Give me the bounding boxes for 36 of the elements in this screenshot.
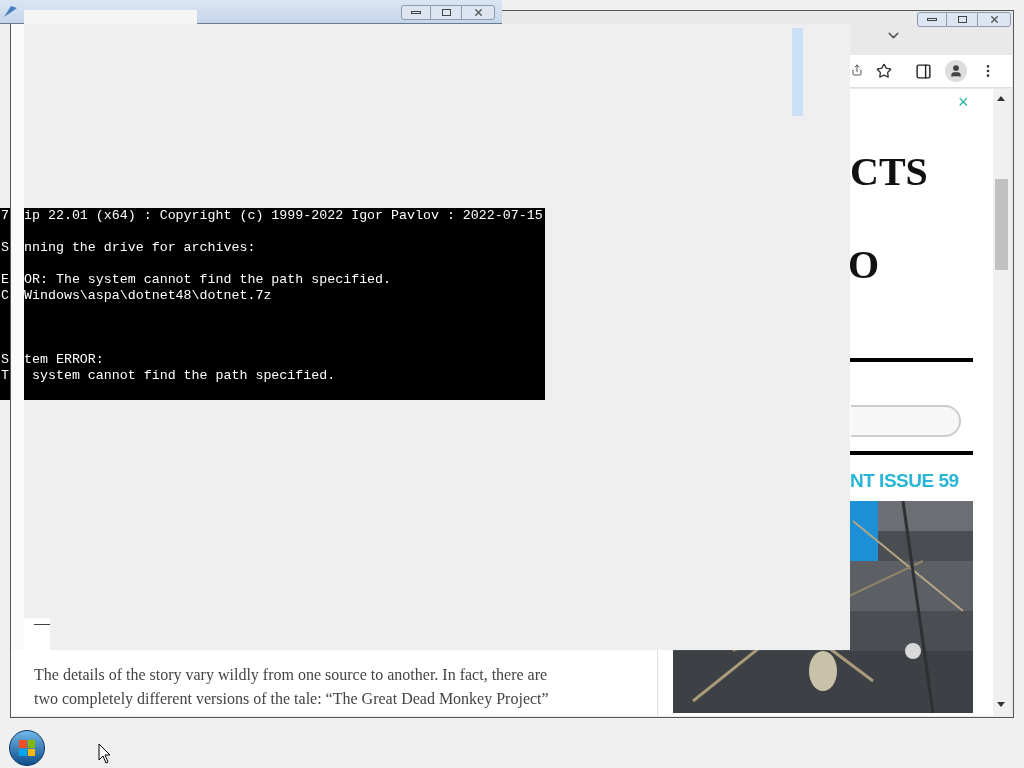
share-icon[interactable] — [851, 64, 863, 76]
bookmark-star-icon[interactable] — [876, 63, 892, 79]
close-icon — [988, 14, 1000, 25]
close-icon — [472, 7, 484, 18]
console-text: Windows\aspa\dotnet48\dotnet.7z — [24, 288, 272, 304]
console-text: E — [1, 272, 9, 288]
console-text: nning the drive for archives: — [24, 240, 256, 256]
side-panel-icon[interactable] — [915, 63, 932, 80]
console-text: S — [1, 352, 9, 368]
sidebar-heading: CTS — [850, 150, 928, 194]
console-text: T — [1, 368, 9, 384]
sidebar-heading: O — [848, 243, 880, 287]
console-text: system cannot find the path specified. — [30, 368, 336, 384]
console-text: tem ERROR: — [24, 352, 104, 368]
console-text: S — [1, 240, 9, 256]
app-icon — [3, 4, 18, 18]
close-button[interactable] — [977, 12, 1011, 27]
console-text: OR: The system cannot find the path specified. — [24, 272, 392, 288]
maximize-button[interactable] — [947, 12, 977, 27]
ad-close-icon[interactable]: × — [958, 91, 969, 113]
search-field[interactable] — [851, 405, 961, 437]
cursor-icon — [98, 743, 111, 764]
article-paragraph: The details of the story vary wildly from one source to another. In fact, there are two completely different versions of the tale: “The Great Dead Monkey Project” — [34, 665, 549, 710]
minimize-button[interactable] — [917, 12, 947, 27]
console-text: ip 22.01 (x64) : Copyright (c) 1999-2022 Igor Pavlov : 2022-07-15 — [24, 208, 543, 224]
console-text: 7 — [1, 208, 9, 224]
close-button[interactable] — [461, 5, 495, 20]
minimize-button[interactable] — [401, 5, 431, 20]
issue-heading: NT ISSUE 59 — [850, 469, 959, 493]
dash: — — [34, 613, 50, 633]
maximize-button[interactable] — [431, 5, 461, 20]
scroll-up-icon[interactable] — [997, 96, 1005, 101]
scroll-down-icon[interactable] — [997, 702, 1005, 707]
console-text: C — [1, 288, 9, 304]
start-button[interactable] — [9, 730, 45, 766]
scrollbar-thumb[interactable] — [995, 179, 1008, 270]
